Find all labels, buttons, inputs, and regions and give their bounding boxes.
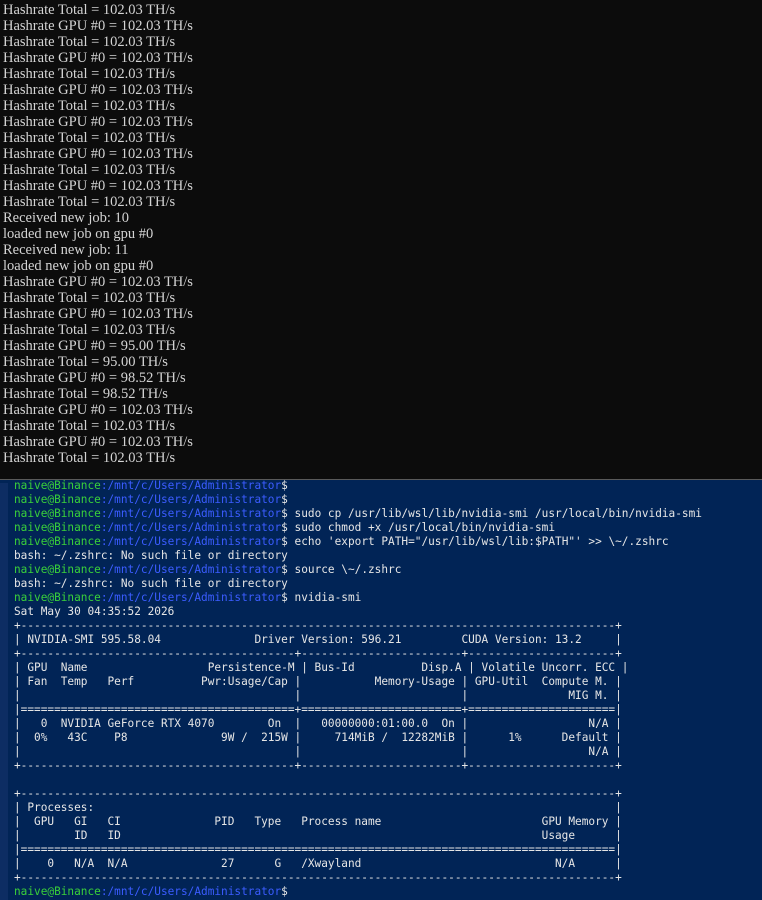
command-output-line: | GPU Name Persistence-M | Bus-Id Disp.A…: [14, 661, 629, 674]
shell-prompt-line: naive@Binance:/mnt/c/Users/Administrator…: [14, 591, 361, 605]
output-line: Hashrate Total = 102.03 TH/s: [3, 162, 176, 178]
prompt-symbol: $: [281, 479, 288, 492]
shell-prompt-line: naive@Binance:/mnt/c/Users/Administrator…: [14, 479, 288, 493]
prompt-user-host: naive@Binance: [14, 521, 101, 534]
command-output-line: | NVIDIA-SMI 595.58.04 Driver Version: 5…: [14, 633, 622, 646]
command-output-line: | GPU GI CI PID Type Process name GPU Me…: [14, 815, 622, 828]
prompt-user-host: naive@Binance: [14, 885, 101, 898]
terminal-scrollbar[interactable]: [0, 483, 8, 900]
output-line: Hashrate GPU #0 = 95.00 TH/s: [3, 338, 186, 354]
output-line: Hashrate Total = 98.52 TH/s: [3, 386, 168, 402]
prompt-path: :/mnt/c/Users/Administrator: [100, 885, 282, 898]
prompt-user-host: naive@Binance: [14, 535, 101, 548]
command-text: source \~/.zshrc: [287, 563, 402, 576]
output-line: Hashrate GPU #0 = 102.03 TH/s: [3, 146, 193, 162]
output-line: Hashrate Total = 102.03 TH/s: [3, 290, 176, 306]
command-output-line: |=======================================…: [14, 703, 622, 716]
output-line: Hashrate Total = 102.03 TH/s: [3, 34, 176, 50]
output-line: Hashrate GPU #0 = 102.03 TH/s: [3, 306, 193, 322]
prompt-user-host: naive@Binance: [14, 591, 101, 604]
mining-output-terminal[interactable]: Hashrate Total = 102.03 TH/s Hashrate GPU…: [0, 0, 762, 480]
output-line: Hashrate Total = 102.03 TH/s: [3, 2, 176, 18]
output-line: Hashrate GPU #0 = 102.03 TH/s: [3, 114, 193, 130]
output-line: Hashrate Total = 102.03 TH/s: [3, 194, 176, 210]
output-line: Hashrate GPU #0 = 102.03 TH/s: [3, 82, 193, 98]
command-output-line: | | | N/A |: [14, 745, 622, 758]
output-line: Hashrate GPU #0 = 98.52 TH/s: [3, 370, 186, 386]
prompt-symbol: $: [281, 507, 288, 520]
output-line: Hashrate Total = 102.03 TH/s: [3, 418, 176, 434]
prompt-user-host: naive@Binance: [14, 507, 101, 520]
output-line: Hashrate Total = 102.03 TH/s: [3, 98, 176, 114]
output-line: Received new job: 11: [3, 242, 129, 258]
prompt-symbol: $: [281, 521, 288, 534]
shell-prompt-line: naive@Binance:/mnt/c/Users/Administrator…: [14, 507, 702, 521]
command-output-line: |=======================================…: [14, 843, 622, 856]
command-text: echo 'export PATH="/usr/lib/wsl/lib:$PAT…: [287, 535, 669, 548]
output-line: Hashrate GPU #0 = 102.03 TH/s: [3, 434, 193, 450]
command-output-line: bash: ~/.zshrc: No such file or director…: [14, 577, 288, 590]
prompt-path: :/mnt/c/Users/Administrator: [100, 521, 282, 534]
output-line: Hashrate Total = 102.03 TH/s: [3, 322, 176, 338]
command-text: nvidia-smi: [287, 591, 362, 604]
prompt-path: :/mnt/c/Users/Administrator: [100, 535, 282, 548]
wsl-bash-terminal[interactable]: naive@Binance:/mnt/c/Users/Administrator…: [0, 479, 762, 900]
output-line: Hashrate Total = 102.03 TH/s: [3, 450, 176, 466]
output-line: Hashrate Total = 102.03 TH/s: [3, 66, 176, 82]
shell-prompt-line: naive@Binance:/mnt/c/Users/Administrator…: [14, 885, 288, 899]
prompt-path: :/mnt/c/Users/Administrator: [100, 591, 282, 604]
command-output-line: | 0% 43C P8 9W / 215W | 714MiB / 12282Mi…: [14, 731, 622, 744]
prompt-path: :/mnt/c/Users/Administrator: [100, 507, 282, 520]
command-text: sudo cp /usr/lib/wsl/lib/nvidia-smi /usr…: [287, 507, 702, 520]
prompt-user-host: naive@Binance: [14, 493, 101, 506]
output-line: Hashrate GPU #0 = 102.03 TH/s: [3, 18, 193, 34]
prompt-symbol: $: [281, 591, 288, 604]
shell-prompt-line: naive@Binance:/mnt/c/Users/Administrator…: [14, 493, 288, 507]
prompt-symbol: $: [281, 563, 288, 576]
shell-prompt-line: naive@Binance:/mnt/c/Users/Administrator…: [14, 563, 401, 577]
output-line: Hashrate GPU #0 = 102.03 TH/s: [3, 50, 193, 66]
command-output-line: bash: ~/.zshrc: No such file or director…: [14, 549, 288, 562]
prompt-symbol: $: [281, 885, 288, 898]
command-output-line: Sat May 30 04:35:52 2026: [14, 605, 175, 618]
prompt-symbol: $: [281, 493, 288, 506]
command-output-line: | | | MIG M. |: [14, 689, 622, 702]
output-line: Hashrate GPU #0 = 102.03 TH/s: [3, 402, 193, 418]
output-line: loaded new job on gpu #0: [3, 226, 154, 242]
command-output-line: | 0 N/A N/A 27 G /Xwayland N/A |: [14, 857, 622, 870]
command-output-line: +---------------------------------------…: [14, 647, 622, 660]
command-output-line: | Processes: |: [14, 801, 622, 814]
command-output-line: | Fan Temp Perf Pwr:Usage/Cap | Memory-U…: [14, 675, 622, 688]
output-line: loaded new job on gpu #0: [3, 258, 154, 274]
output-line: Hashrate GPU #0 = 102.03 TH/s: [3, 178, 193, 194]
command-output-line: +---------------------------------------…: [14, 787, 622, 800]
output-line: Hashrate GPU #0 = 102.03 TH/s: [3, 274, 193, 290]
prompt-symbol: $: [281, 535, 288, 548]
command-text: sudo chmod +x /usr/local/bin/nvidia-smi: [287, 521, 556, 534]
prompt-user-host: naive@Binance: [14, 479, 101, 492]
output-line: Hashrate Total = 102.03 TH/s: [3, 130, 176, 146]
command-output-line: | 0 NVIDIA GeForce RTX 4070 On | 0000000…: [14, 717, 622, 730]
command-output-line: | ID ID Usage |: [14, 829, 622, 842]
prompt-path: :/mnt/c/Users/Administrator: [100, 479, 282, 492]
command-output-line: +---------------------------------------…: [14, 619, 622, 632]
shell-prompt-line: naive@Binance:/mnt/c/Users/Administrator…: [14, 521, 555, 535]
shell-prompt-line: naive@Binance:/mnt/c/Users/Administrator…: [14, 535, 669, 549]
output-line: Received new job: 10: [3, 210, 130, 226]
prompt-path: :/mnt/c/Users/Administrator: [100, 493, 282, 506]
prompt-user-host: naive@Binance: [14, 563, 101, 576]
output-line: Hashrate Total = 95.00 TH/s: [3, 354, 168, 370]
prompt-path: :/mnt/c/Users/Administrator: [100, 563, 282, 576]
command-output-line: +---------------------------------------…: [14, 759, 622, 772]
command-output-line: +---------------------------------------…: [14, 871, 622, 884]
